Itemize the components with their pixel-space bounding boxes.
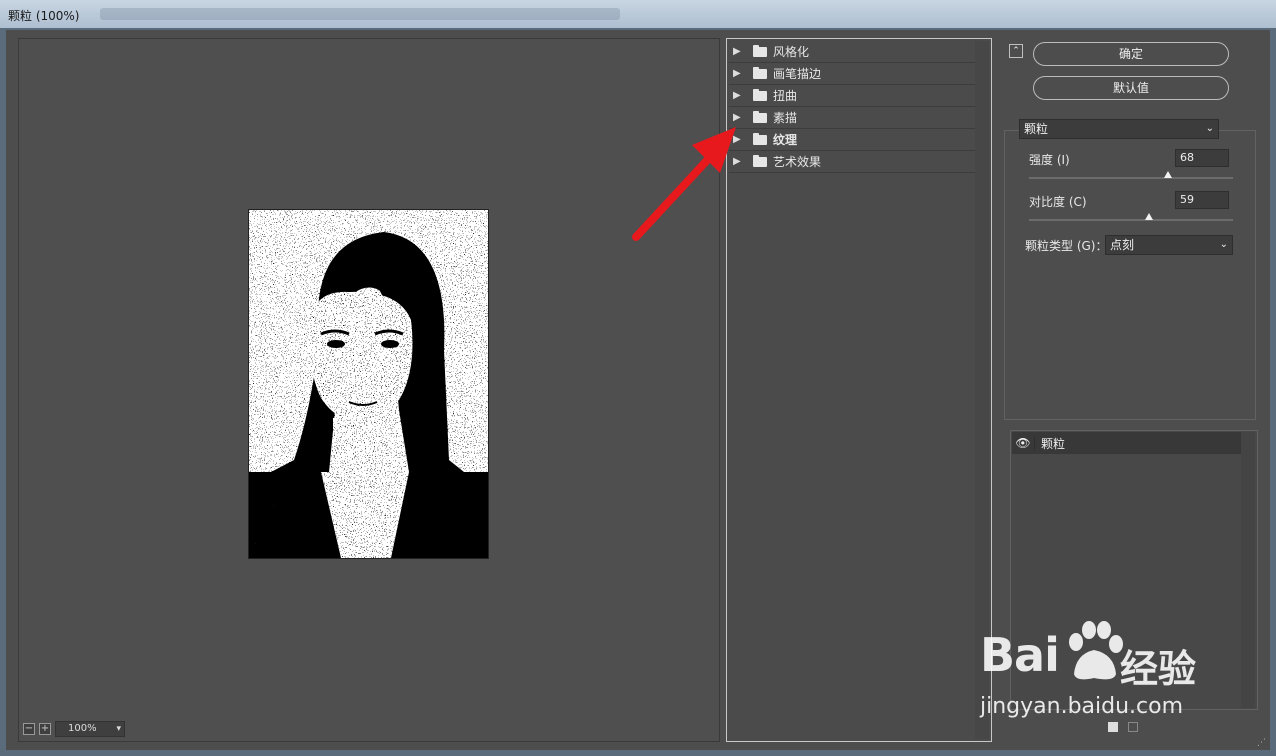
settings-column: ⌃ 确定 默认值 颗粒 ⌄ 强度 (I) 68 对比度 (C) 59 颗粒类型 … bbox=[1000, 38, 1262, 742]
effect-layer-name: 颗粒 bbox=[1041, 436, 1066, 451]
zoom-in-button[interactable]: + bbox=[39, 723, 51, 735]
zoom-value: 100% bbox=[68, 723, 97, 734]
intensity-input[interactable]: 68 bbox=[1175, 149, 1229, 167]
filter-select[interactable]: 颗粒 ⌄ bbox=[1019, 119, 1219, 139]
grain-type-select[interactable]: 点刻 ⌄ bbox=[1105, 235, 1233, 255]
category-brush-strokes[interactable]: ▶ 画笔描边 bbox=[729, 63, 975, 85]
preview-image bbox=[248, 209, 489, 559]
title-bar: 颗粒 (100%) bbox=[0, 0, 1276, 28]
filter-category-list: ▶ 风格化 ▶ 画笔描边 ▶ 扭曲 ▶ 素描 ▶ 纹理 ▶ 艺术效果 bbox=[726, 38, 992, 742]
folder-icon bbox=[753, 154, 767, 167]
contrast-input[interactable]: 59 bbox=[1175, 191, 1229, 209]
layers-scrollbar[interactable] bbox=[1241, 432, 1255, 708]
titlebar-menu-blur bbox=[100, 8, 620, 20]
ok-button[interactable]: 确定 bbox=[1033, 42, 1229, 66]
effect-layer-row[interactable]: 👁 颗粒 bbox=[1012, 432, 1242, 454]
visibility-eye-icon[interactable]: 👁 bbox=[1012, 436, 1035, 450]
default-button[interactable]: 默认值 bbox=[1033, 76, 1229, 100]
folder-icon bbox=[753, 88, 767, 101]
folder-icon bbox=[753, 110, 767, 123]
window-title: 颗粒 (100%) bbox=[8, 9, 80, 23]
grain-type-value: 点刻 bbox=[1110, 238, 1135, 252]
zoom-select[interactable]: 100% ▾ bbox=[55, 721, 125, 737]
filter-gallery-dialog: − + 100% ▾ ▶ 风格化 ▶ 画笔描边 ▶ 扭曲 ▶ 素描 ▶ 纹理 ▶… bbox=[6, 30, 1270, 750]
category-label: 风格化 bbox=[773, 45, 810, 59]
effect-layers-panel: 👁 颗粒 bbox=[1010, 430, 1258, 710]
category-stylize[interactable]: ▶ 风格化 bbox=[729, 41, 975, 63]
chevron-down-icon: ▾ bbox=[116, 724, 121, 734]
filter-parameters-panel: 颗粒 ⌄ 强度 (I) 68 对比度 (C) 59 颗粒类型 (G)： 点刻 ⌄ bbox=[1004, 119, 1256, 420]
category-label: 扭曲 bbox=[773, 89, 798, 103]
expand-triangle-icon[interactable]: ▶ bbox=[733, 68, 747, 79]
contrast-label: 对比度 (C) bbox=[1029, 195, 1087, 209]
intensity-label: 强度 (I) bbox=[1029, 153, 1070, 167]
folder-icon bbox=[753, 44, 767, 57]
zoom-out-button[interactable]: − bbox=[23, 723, 35, 735]
collapse-gallery-icon[interactable]: ⌃ bbox=[1009, 44, 1023, 58]
delete-effect-layer-icon[interactable] bbox=[1128, 722, 1138, 732]
intensity-slider-thumb[interactable] bbox=[1163, 171, 1172, 178]
category-sketch[interactable]: ▶ 素描 bbox=[729, 107, 975, 129]
category-artistic[interactable]: ▶ 艺术效果 bbox=[729, 151, 975, 173]
category-label: 素描 bbox=[773, 111, 798, 125]
resize-grip-icon[interactable]: ⋰ bbox=[1257, 738, 1266, 748]
category-list-scrollbar[interactable] bbox=[975, 41, 989, 739]
filter-select-value: 颗粒 bbox=[1024, 122, 1049, 136]
contrast-slider-thumb[interactable] bbox=[1145, 213, 1154, 220]
preview-pane: − + 100% ▾ bbox=[18, 38, 720, 742]
category-label: 纹理 bbox=[773, 133, 798, 147]
new-effect-layer-icon[interactable] bbox=[1108, 722, 1118, 732]
category-label: 艺术效果 bbox=[773, 155, 822, 169]
category-label: 画笔描边 bbox=[773, 67, 822, 81]
chevron-down-icon: ⌄ bbox=[1205, 123, 1214, 134]
category-distort[interactable]: ▶ 扭曲 bbox=[729, 85, 975, 107]
grain-type-label: 颗粒类型 (G)： bbox=[1025, 239, 1108, 253]
folder-icon bbox=[753, 66, 767, 79]
category-texture[interactable]: ▶ 纹理 bbox=[729, 129, 975, 151]
expand-triangle-icon[interactable]: ▶ bbox=[733, 46, 747, 57]
contrast-slider[interactable] bbox=[1029, 213, 1233, 221]
intensity-slider[interactable] bbox=[1029, 171, 1233, 179]
red-annotation-arrow bbox=[632, 127, 736, 241]
expand-triangle-icon[interactable]: ▶ bbox=[733, 90, 747, 101]
chevron-down-icon: ⌄ bbox=[1219, 239, 1228, 250]
folder-icon bbox=[753, 132, 767, 145]
grain-portrait-image bbox=[249, 210, 488, 558]
zoom-bar: − + 100% ▾ bbox=[23, 721, 125, 737]
